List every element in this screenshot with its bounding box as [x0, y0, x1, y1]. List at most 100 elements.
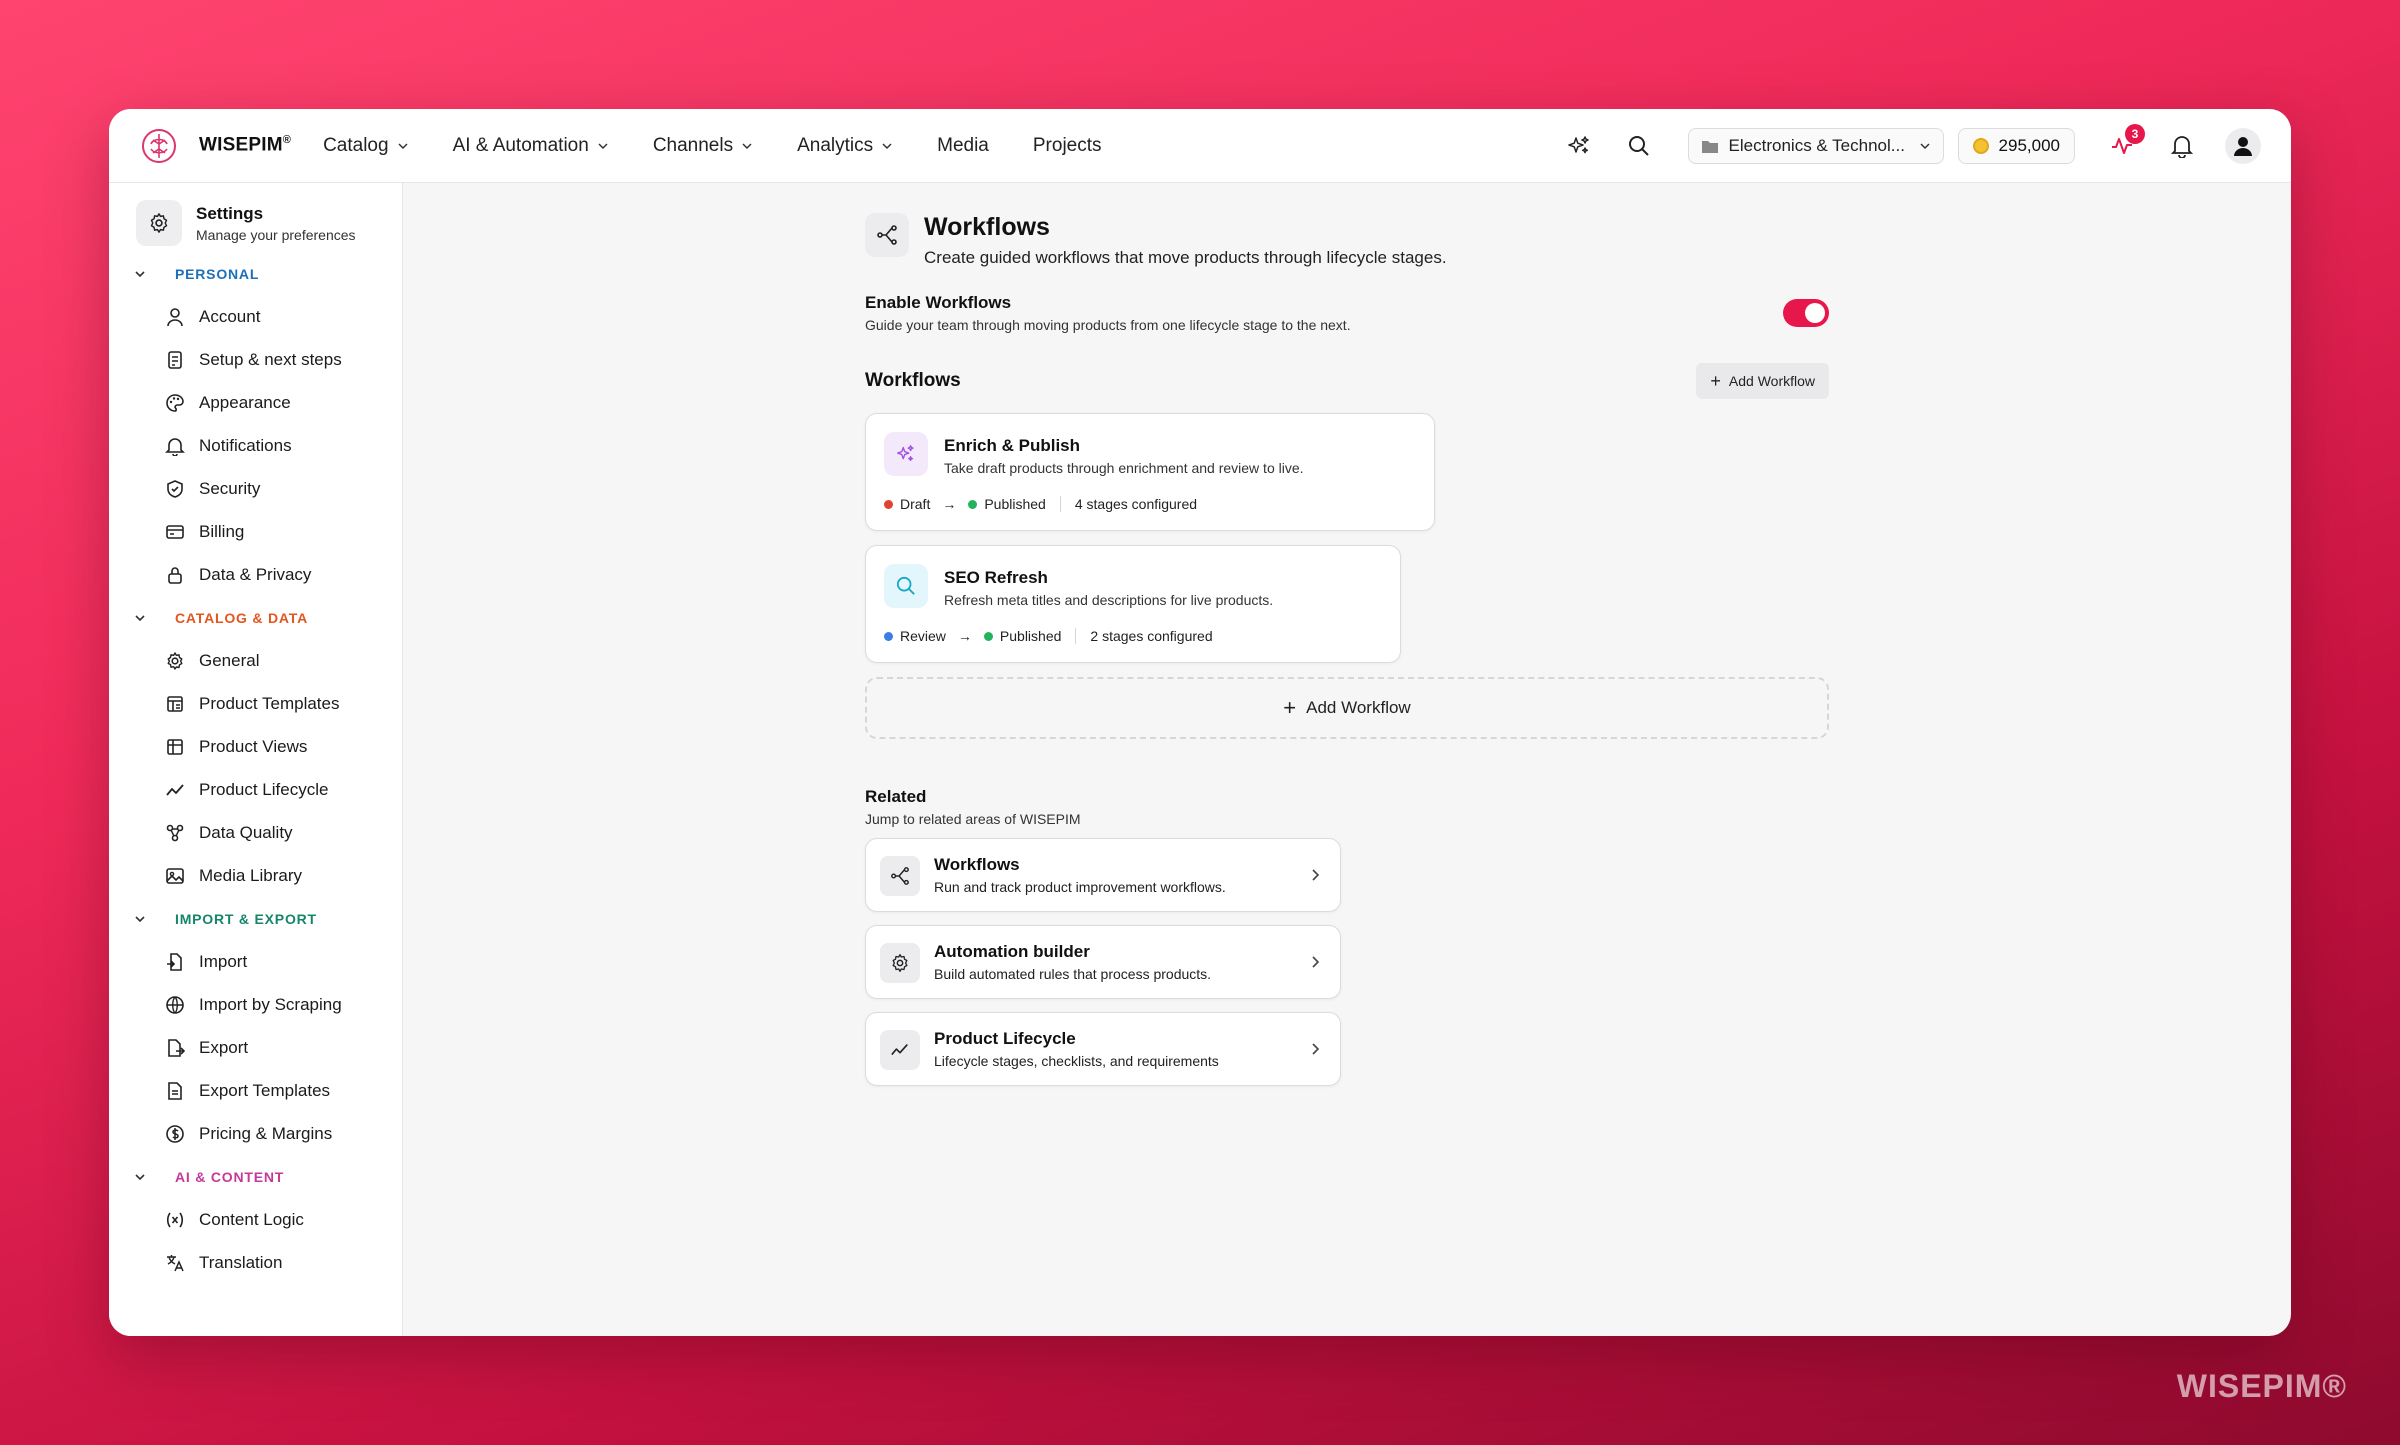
sidebar-item-media-library[interactable]: Media Library: [109, 854, 402, 897]
sidebar-item-translation[interactable]: Translation: [109, 1241, 402, 1284]
workflow-card-seo-refresh[interactable]: SEO Refresh Refresh meta titles and desc…: [865, 545, 1401, 663]
topbar-actions: Electronics & Technol... 295,000 3: [1532, 109, 2261, 183]
file-import-icon: [165, 952, 185, 972]
sidebar-item-label: Security: [199, 478, 261, 498]
sidebar-item-label: General: [199, 650, 260, 670]
sidebar-fade: [109, 1296, 402, 1336]
chevron-right-icon: [1312, 956, 1320, 968]
nav-projects[interactable]: Projects: [1033, 135, 1102, 157]
add-workflow-button[interactable]: + Add Workflow: [1696, 363, 1829, 399]
sidebar-item-label: Product Lifecycle: [199, 779, 329, 799]
folder-icon: [1701, 141, 1718, 153]
workflow-stage-flow: Review → Published 2 stages configured: [884, 628, 1213, 644]
chevron-right-icon: [1312, 1043, 1320, 1055]
sparkles-icon: [884, 432, 928, 476]
divider: [1059, 496, 1061, 512]
sidebar-item-setup-next-steps[interactable]: Setup & next steps: [109, 338, 402, 381]
nav-ai-automation[interactable]: AI & Automation: [453, 135, 609, 157]
workflow-card-enrich-publish[interactable]: Enrich & Publish Take draft products thr…: [865, 413, 1435, 531]
gear-icon: [136, 200, 182, 246]
sidebar-item-data-quality[interactable]: Data Quality: [109, 811, 402, 854]
bell-icon[interactable]: [2169, 133, 2195, 159]
sidebar-item-export[interactable]: Export: [109, 1026, 402, 1069]
plus-icon: +: [1283, 695, 1297, 720]
sidebar-section-personal[interactable]: PERSONAL: [109, 252, 402, 295]
chevron-down-icon: [135, 915, 145, 922]
sidebar-section-ai-content[interactable]: AI & CONTENT: [109, 1155, 402, 1198]
sidebar-item-pricing-margins[interactable]: Pricing & Margins: [109, 1112, 402, 1155]
related-description: Lifecycle stages, checklists, and requir…: [934, 1053, 1219, 1069]
related-card-workflows[interactable]: Workflows Run and track product improvem…: [865, 838, 1341, 912]
sidebar-item-label: Translation: [199, 1252, 283, 1272]
sidebar-item-label: Appearance: [199, 392, 291, 412]
status-dot: [884, 631, 893, 641]
workflow-description: Refresh meta titles and descriptions for…: [944, 592, 1274, 608]
watermark: WISEPIM®: [2176, 1368, 2347, 1404]
sidebar-item-general[interactable]: General: [109, 639, 402, 682]
sidebar-title: Settings: [196, 203, 264, 223]
nav-catalog[interactable]: Catalog: [323, 135, 409, 157]
nav-analytics[interactable]: Analytics: [797, 135, 893, 157]
ai-sparkles-icon[interactable]: [1566, 133, 1592, 159]
related-name: Product Lifecycle: [934, 1029, 1076, 1048]
sidebar-item-label: Export: [199, 1037, 249, 1057]
sidebar-item-notifications[interactable]: Notifications: [109, 424, 402, 467]
sidebar-item-product-lifecycle[interactable]: Product Lifecycle: [109, 768, 402, 811]
user-icon: [165, 307, 185, 327]
main-nav: Catalog AI & Automation Channels Analyti…: [323, 135, 1145, 157]
sidebar-item-label: Import: [199, 951, 248, 971]
globe-icon: [165, 995, 185, 1015]
lock-icon: [165, 565, 185, 585]
related-title: Related: [865, 787, 927, 806]
sidebar-item-import[interactable]: Import: [109, 940, 402, 983]
sidebar-item-label: Content Logic: [199, 1209, 304, 1229]
sidebar-item-import-by-scraping[interactable]: Import by Scraping: [109, 983, 402, 1026]
brand[interactable]: WISEPIM®: [139, 126, 291, 166]
sidebar-item-content-logic[interactable]: Content Logic: [109, 1198, 402, 1241]
workflow-name: Enrich & Publish: [944, 436, 1081, 455]
table-icon: [165, 737, 185, 757]
sidebar-item-product-templates[interactable]: Product Templates: [109, 682, 402, 725]
sidebar-item-product-views[interactable]: Product Views: [109, 725, 402, 768]
sidebar-subtitle: Manage your preferences: [196, 226, 356, 243]
related-card-product-lifecycle[interactable]: Product Lifecycle Lifecycle stages, chec…: [865, 1012, 1341, 1086]
enable-workflows-toggle[interactable]: [1783, 299, 1829, 327]
to-stage: Published: [999, 628, 1062, 644]
related-card-automation-builder[interactable]: Automation builder Build automated rules…: [865, 925, 1341, 999]
sidebar-section-catalog-data[interactable]: CATALOG & DATA: [109, 596, 402, 639]
status-dot: [968, 499, 978, 509]
sidebar-item-label: Notifications: [199, 435, 292, 455]
page-header: Workflows Create guided workflows that m…: [865, 213, 1829, 268]
credit-card-icon: [165, 522, 185, 542]
nav-channels[interactable]: Channels: [653, 135, 753, 157]
sidebar-item-label: Product Views: [199, 736, 308, 756]
activity-icon[interactable]: 3: [2109, 124, 2145, 159]
related-description: Run and track product improvement workfl…: [934, 879, 1226, 895]
sidebar-section-label: AI & CONTENT: [175, 1168, 285, 1185]
search-icon[interactable]: [1626, 133, 1652, 159]
stages-count: 2 stages configured: [1090, 628, 1213, 644]
sidebar-item-data-privacy[interactable]: Data & Privacy: [109, 553, 402, 596]
sidebar-item-account[interactable]: Account: [109, 295, 402, 338]
sidebar-item-label: Account: [199, 306, 261, 326]
related-section: Related Jump to related areas of WISEPIM…: [865, 787, 1829, 1099]
nav-media[interactable]: Media: [937, 135, 989, 157]
sidebar-item-security[interactable]: Security: [109, 467, 402, 510]
credits-balance[interactable]: 295,000: [1957, 128, 2075, 164]
stages-count: 4 stages configured: [1074, 496, 1198, 512]
brain-logo-icon: [142, 128, 176, 163]
workflows-section-title: Workflows: [865, 370, 961, 391]
sidebar-item-label: Billing: [199, 521, 245, 541]
workflow-description: Take draft products through enrichment a…: [944, 460, 1304, 476]
sidebar-item-export-templates[interactable]: Export Templates: [109, 1069, 402, 1112]
sidebar-section-import-export[interactable]: IMPORT & EXPORT: [109, 897, 402, 940]
related-name: Automation builder: [934, 942, 1090, 961]
organization-select[interactable]: Electronics & Technol...: [1687, 128, 1944, 164]
sidebar-item-appearance[interactable]: Appearance: [109, 381, 402, 424]
user-avatar-icon[interactable]: [2225, 128, 2261, 164]
checklist-icon: [165, 350, 185, 370]
sidebar-item-label: Data & Privacy: [199, 564, 312, 584]
add-workflow-dashed-button[interactable]: + Add Workflow: [865, 677, 1829, 739]
sidebar-item-billing[interactable]: Billing: [109, 510, 402, 553]
workflows-section-header: Workflows + Add Workflow: [865, 363, 1829, 399]
